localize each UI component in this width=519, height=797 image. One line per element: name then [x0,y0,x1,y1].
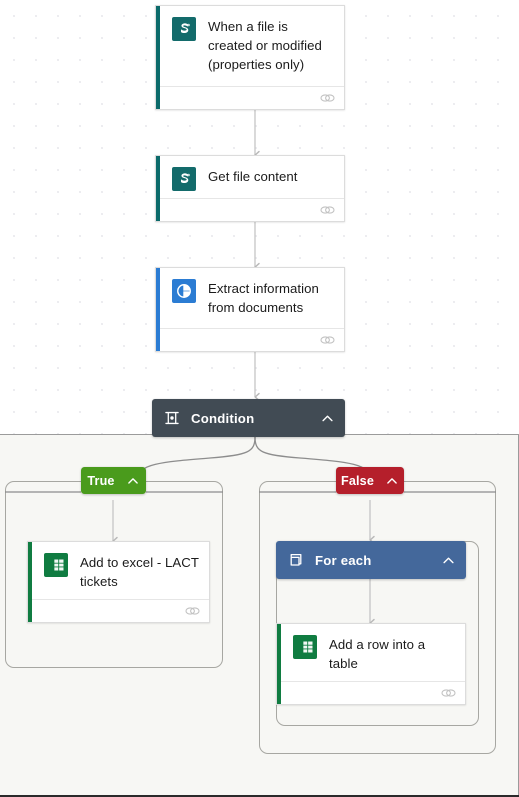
branch-false-label: False [341,473,374,488]
chevron-up-icon[interactable] [385,474,399,488]
excel-icon [44,553,68,577]
card-accent-bar [28,542,32,622]
condition-scope-header[interactable]: Condition [152,399,345,437]
card-footer [156,328,344,351]
card-accent-bar [156,268,160,351]
chevron-up-icon[interactable] [126,474,140,488]
chevron-up-icon[interactable] [441,553,456,568]
card-body: Get file content [156,156,344,198]
branch-true-label: True [87,473,115,488]
node-add-a-row-into-a-table[interactable]: Add a row into a table [276,623,466,705]
node-add-to-excel-lact-tickets[interactable]: Add to excel - LACT tickets [27,541,210,623]
card-title: Extract information from documents [208,281,319,315]
card-footer [277,681,465,704]
card-body: Extract information from documents [156,268,344,328]
card-title: Add a row into a table [329,637,426,671]
sharepoint-icon [172,17,196,41]
link-icon[interactable] [185,605,200,617]
card-title: Get file content [208,169,298,184]
ai-builder-icon [172,279,196,303]
node-when-a-file-is-created-or-modified[interactable]: When a file is created or modified (prop… [155,5,345,110]
condition-icon [165,411,179,425]
flow-designer-canvas[interactable]: When a file is created or modified (prop… [0,0,519,797]
card-body: Add a row into a table [277,624,465,681]
card-footer [156,198,344,221]
card-body: When a file is created or modified (prop… [156,6,344,86]
node-get-file-content[interactable]: Get file content [155,155,345,222]
card-title: Add to excel - LACT tickets [80,555,199,589]
card-body: Add to excel - LACT tickets [28,542,209,599]
link-icon[interactable] [441,687,456,699]
card-footer [156,86,344,109]
card-title: When a file is created or modified (prop… [208,19,322,72]
link-icon[interactable] [320,92,335,104]
foreach-icon [290,553,302,566]
card-footer [28,599,209,622]
excel-icon [293,635,317,659]
link-icon[interactable] [320,334,335,346]
foreach-scope-header[interactable]: For each [276,541,466,579]
sharepoint-icon [172,167,196,191]
branch-pill-true[interactable]: True [81,467,146,494]
chevron-up-icon[interactable] [320,411,335,426]
link-icon[interactable] [320,204,335,216]
foreach-label: For each [315,552,372,568]
card-accent-bar [277,624,281,704]
node-extract-information-from-documents[interactable]: Extract information from documents [155,267,345,352]
card-accent-bar [156,156,160,221]
card-accent-bar [156,6,160,109]
condition-label: Condition [191,410,255,426]
branch-pill-false[interactable]: False [336,467,404,494]
